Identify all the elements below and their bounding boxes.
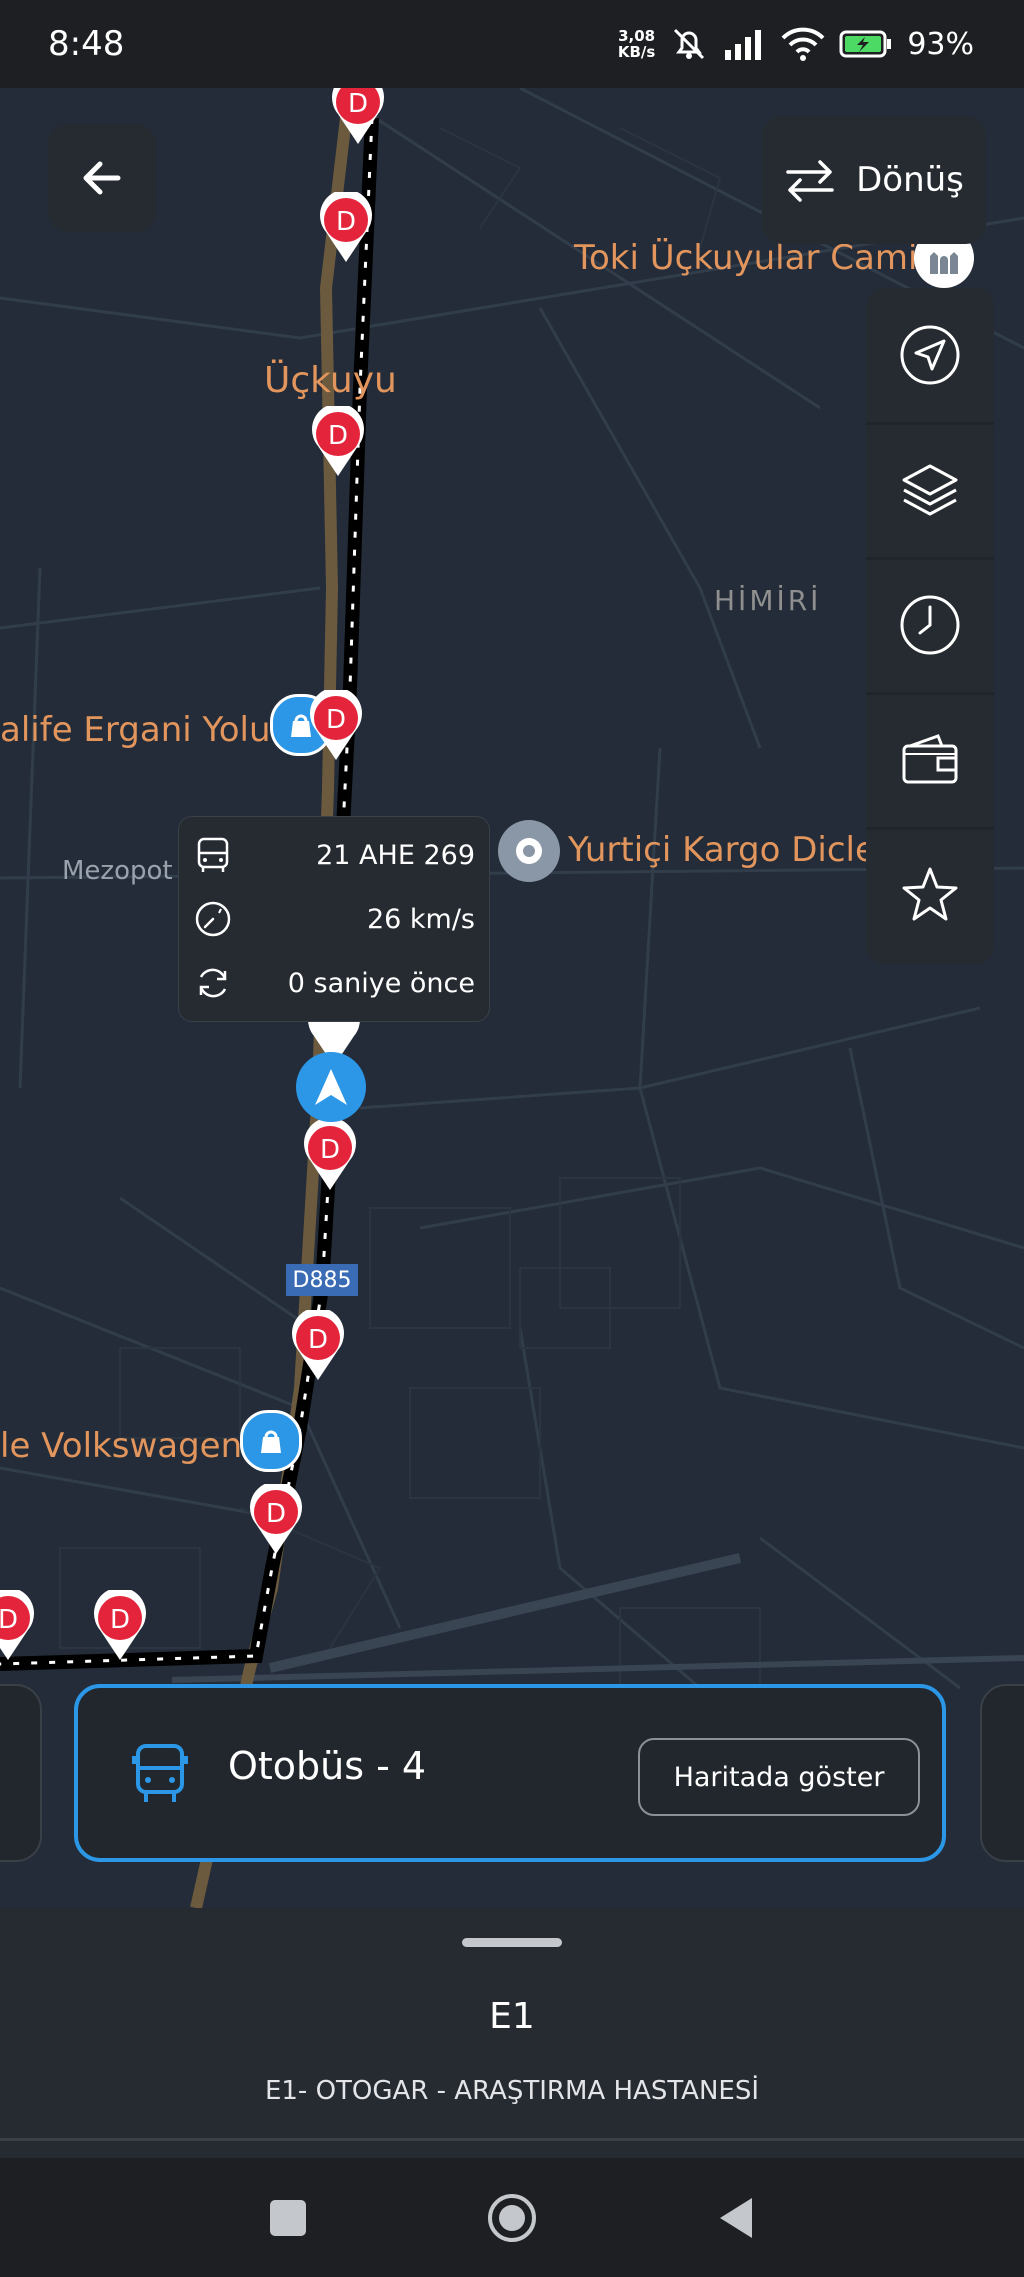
stop-letter: D bbox=[320, 1135, 340, 1165]
route-name: E1- OTOGAR - ARAŞTIRMA HASTANESİ bbox=[264, 2076, 760, 2106]
area-label-mezopot: Mezopot bbox=[62, 856, 173, 886]
wifi-icon bbox=[781, 27, 825, 61]
navigate-button[interactable] bbox=[866, 288, 994, 425]
vehicle-card[interactable]: Otobüs - 4 Haritada göster bbox=[74, 1684, 946, 1862]
bus-icon bbox=[132, 1744, 188, 1802]
network-speed: 3,08 KB/s bbox=[618, 28, 655, 60]
stop-letter: D bbox=[328, 421, 348, 451]
schedule-button[interactable] bbox=[866, 558, 994, 695]
bus-stop-pin[interactable]: D bbox=[92, 1590, 148, 1662]
vehicle-label: Otobüs - 4 bbox=[228, 1744, 427, 1788]
speed-row: 26 km/s bbox=[193, 891, 475, 947]
vehicle-card-next[interactable] bbox=[980, 1684, 1024, 1862]
wallet-button[interactable] bbox=[866, 693, 994, 830]
bus-stop-pin[interactable]: D bbox=[308, 690, 364, 762]
signal-icon bbox=[725, 30, 762, 60]
vehicle-info-popup[interactable]: 21 AHE 269 26 km/s 0 saniye önce bbox=[178, 816, 490, 1022]
layers-icon bbox=[902, 464, 958, 516]
stop-letter: D bbox=[326, 705, 346, 735]
return-route-button[interactable]: Dönüş bbox=[762, 116, 986, 244]
route-code: E1 bbox=[489, 1996, 535, 2037]
vehicle-plate: 21 AHE 269 bbox=[316, 839, 475, 871]
star-icon bbox=[902, 867, 958, 921]
area-label-uckuyu: Üçkuyu bbox=[264, 360, 397, 401]
refresh-icon bbox=[199, 968, 227, 998]
stop-letter: D bbox=[110, 1605, 130, 1635]
status-time: 8:48 bbox=[48, 24, 125, 64]
route-bottom-sheet[interactable]: E1 E1- OTOGAR - ARAŞTIRMA HASTANESİ bbox=[0, 1908, 1024, 2158]
shopping-bag-icon[interactable] bbox=[240, 1410, 302, 1472]
wallet-icon bbox=[902, 734, 958, 784]
area-label-himiri: HİMİRİ bbox=[714, 584, 822, 617]
poi-label-toki[interactable]: Toki Üçkuyular Cami bbox=[574, 238, 917, 278]
stop-letter: D bbox=[0, 1605, 18, 1635]
vehicle-speed: 26 km/s bbox=[366, 903, 475, 935]
map-tools-panel bbox=[866, 288, 994, 964]
bus-stop-pin[interactable]: D bbox=[318, 192, 374, 264]
return-route-label: Dönüş bbox=[856, 160, 964, 200]
battery-icon bbox=[839, 30, 892, 58]
stop-letter: D bbox=[266, 1499, 286, 1529]
sheet-divider bbox=[0, 2138, 1024, 2141]
swap-arrows-icon bbox=[786, 160, 834, 202]
layers-button[interactable] bbox=[866, 423, 994, 560]
drag-handle[interactable] bbox=[462, 1938, 562, 1947]
status-bar: 8:48 3,08 KB/s 93% bbox=[0, 0, 1024, 88]
system-nav-bar bbox=[0, 2158, 1024, 2277]
home-icon[interactable] bbox=[486, 2192, 538, 2244]
back-button[interactable] bbox=[48, 124, 156, 232]
vehicle-card-prev[interactable] bbox=[0, 1684, 42, 1862]
network-speed-value: 3,08 bbox=[618, 27, 656, 45]
last-updated: 0 saniye önce bbox=[287, 967, 475, 999]
location-pin-icon[interactable] bbox=[498, 820, 560, 882]
clock-icon bbox=[900, 595, 960, 655]
vehicle-marker-icon[interactable] bbox=[296, 1052, 366, 1122]
stop-letter: D bbox=[348, 89, 368, 119]
bus-stop-pin[interactable]: D bbox=[290, 1310, 346, 1382]
bus-stop-pin[interactable]: D bbox=[302, 1120, 358, 1192]
updated-row: 0 saniye önce bbox=[193, 955, 475, 1011]
muted-bell-icon bbox=[674, 28, 705, 60]
show-on-map-button[interactable]: Haritada göster bbox=[638, 1738, 920, 1816]
navigate-icon bbox=[900, 325, 960, 385]
network-speed-unit: KB/s bbox=[617, 43, 656, 61]
poi-label-volkswagen[interactable]: le Volkswagen bbox=[0, 1426, 242, 1466]
status-icons: 3,08 KB/s 93% bbox=[618, 20, 974, 68]
bus-stop-pin[interactable]: D bbox=[248, 1484, 304, 1556]
back-icon[interactable] bbox=[716, 2196, 756, 2240]
bus-stop-pin[interactable]: D bbox=[0, 1590, 36, 1662]
recent-apps-icon[interactable] bbox=[268, 2198, 308, 2238]
arrow-left-icon bbox=[83, 161, 121, 195]
stop-letter: D bbox=[308, 1325, 328, 1355]
speedometer-icon bbox=[195, 901, 231, 937]
poi-label-yurtici[interactable]: Yurtiçi Kargo Dicle bbox=[568, 830, 876, 870]
plate-row: 21 AHE 269 bbox=[193, 827, 475, 883]
bus-stop-pin[interactable]: D bbox=[310, 406, 366, 478]
road-badge: D885 bbox=[286, 1264, 358, 1296]
bus-stop-pin[interactable]: D bbox=[330, 88, 386, 146]
poi-label-ergani[interactable]: alife Ergani Yolu bbox=[0, 710, 271, 750]
favorites-button[interactable] bbox=[866, 828, 994, 962]
stop-letter: D bbox=[336, 207, 356, 237]
battery-percent: 93% bbox=[907, 26, 974, 62]
bus-icon bbox=[197, 837, 229, 872]
